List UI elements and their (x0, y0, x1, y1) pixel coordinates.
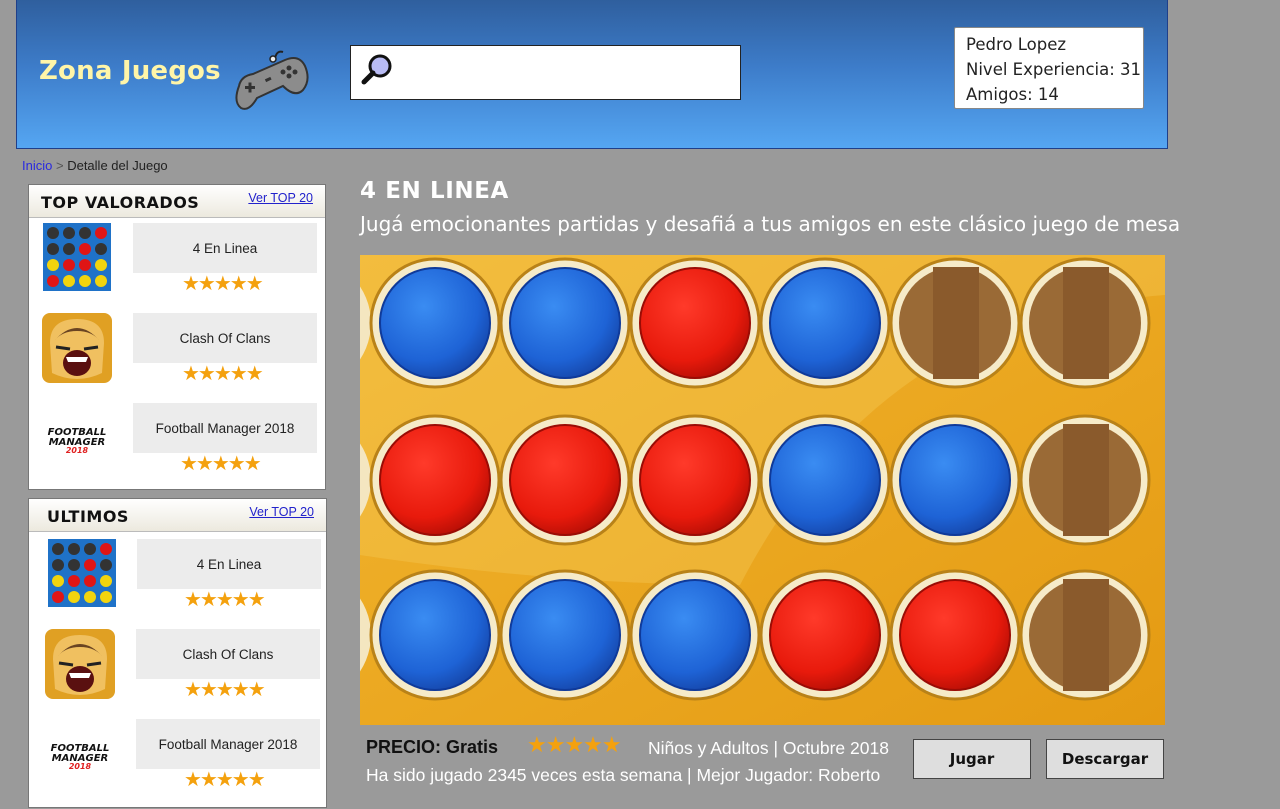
top-rated-panel: TOP VALORADOS Ver TOP 20 4 En Linea ★★★★… (28, 184, 326, 490)
game-name[interactable]: Clash Of Clans (133, 313, 317, 363)
football-manager-icon[interactable]: FOOTBALL MANAGER 2018 (42, 403, 112, 473)
user-friends[interactable]: Amigos: 14 (966, 82, 1143, 107)
breadcrumb-current: Detalle del Juego (67, 158, 168, 173)
panel-header: TOP VALORADOS Ver TOP 20 (29, 185, 325, 218)
breadcrumb-separator: > (55, 158, 64, 173)
breadcrumb-home-link[interactable]: Inicio (22, 158, 52, 173)
red-disc (509, 424, 621, 536)
view-top20-link[interactable]: Ver TOP 20 (248, 191, 313, 205)
board-slot-shade (1063, 579, 1109, 691)
clash-of-clans-icon[interactable] (42, 313, 112, 383)
game-name[interactable]: Football Manager 2018 (133, 403, 317, 453)
svg-text:2018: 2018 (66, 446, 89, 455)
download-button[interactable]: Descargar (1046, 739, 1164, 779)
blue-disc (899, 424, 1011, 536)
view-top20-link[interactable]: Ver TOP 20 (249, 505, 314, 519)
user-name[interactable]: Pedro Lopez (966, 32, 1143, 57)
search-input[interactable] (401, 58, 735, 88)
board-slot-shade (933, 267, 979, 379)
red-disc (379, 424, 491, 536)
blue-disc (769, 267, 881, 379)
user-info-box: Pedro Lopez Nivel Experiencia: 31 Amigos… (954, 27, 1144, 109)
svg-text:2018: 2018 (69, 762, 92, 771)
game-name[interactable]: Clash Of Clans (136, 629, 320, 679)
site-header: Zona Juegos Pedro Lopez Nivel Experienci… (16, 0, 1168, 149)
red-disc (899, 579, 1011, 691)
panel-title: TOP VALORADOS (41, 193, 200, 212)
breadcrumb: Inicio > Detalle del Juego (22, 158, 168, 173)
football-manager-icon[interactable]: FOOTBALL MANAGER 2018 (45, 719, 115, 789)
play-button[interactable]: Jugar (913, 739, 1031, 779)
search-icon[interactable] (360, 53, 394, 87)
list-item[interactable]: Clash Of Clans ★★★★★ (29, 629, 326, 719)
blue-disc (379, 267, 491, 379)
red-disc (639, 424, 751, 536)
list-item[interactable]: 4 En Linea ★★★★★ (29, 539, 326, 629)
blue-disc (639, 579, 751, 691)
clash-of-clans-icon[interactable] (45, 629, 115, 699)
blue-disc (509, 267, 621, 379)
audience-date: Niños y Adultos | Octubre 2018 (648, 738, 889, 758)
board-slot-shade (1063, 424, 1109, 536)
panel-title: ULTIMOS (47, 507, 129, 526)
connect-four-icon[interactable] (43, 223, 111, 291)
gamepad-icon (235, 50, 309, 110)
rating-stars: ★★★★★ (182, 273, 264, 295)
blue-disc (379, 579, 491, 691)
list-item[interactable]: FOOTBALL MANAGER 2018 Football Manager 2… (29, 403, 325, 493)
list-item[interactable]: 4 En Linea ★★★★★ (29, 223, 325, 313)
game-name[interactable]: Football Manager 2018 (136, 719, 320, 769)
list-item[interactable]: Clash Of Clans ★★★★★ (29, 313, 325, 403)
rating-stars: ★★★★★ (184, 679, 266, 701)
latest-panel: ULTIMOS Ver TOP 20 4 En Linea ★★★★★ Clas… (28, 498, 327, 808)
blue-disc (509, 579, 621, 691)
list-item[interactable]: FOOTBALL MANAGER 2018 Football Manager 2… (29, 719, 326, 809)
site-logo-text[interactable]: Zona Juegos (39, 56, 221, 86)
game-rating-stars: ★★★★★ (527, 732, 622, 757)
connect-four-icon[interactable] (48, 539, 116, 607)
price-label: PRECIO: Gratis (366, 737, 499, 757)
panel-header: ULTIMOS Ver TOP 20 (29, 499, 326, 532)
user-level: Nivel Experiencia: 31 (966, 60, 1142, 79)
game-name[interactable]: 4 En Linea (137, 539, 321, 589)
game-subtitle: Jugá emocionantes partidas y desafiá a t… (360, 212, 1181, 236)
play-stats: Ha sido jugado 2345 veces esta semana | … (366, 765, 881, 785)
rating-stars: ★★★★★ (184, 769, 266, 791)
blue-disc (769, 424, 881, 536)
game-screenshot (360, 255, 1165, 725)
rating-stars: ★★★★★ (182, 363, 264, 385)
board-slot-shade (1063, 267, 1109, 379)
red-disc (639, 267, 751, 379)
game-name[interactable]: 4 En Linea (133, 223, 317, 273)
red-disc (769, 579, 881, 691)
rating-stars: ★★★★★ (180, 453, 262, 475)
search-box[interactable] (350, 45, 741, 100)
rating-stars: ★★★★★ (184, 589, 266, 611)
game-title: 4 EN LINEA (360, 178, 509, 204)
